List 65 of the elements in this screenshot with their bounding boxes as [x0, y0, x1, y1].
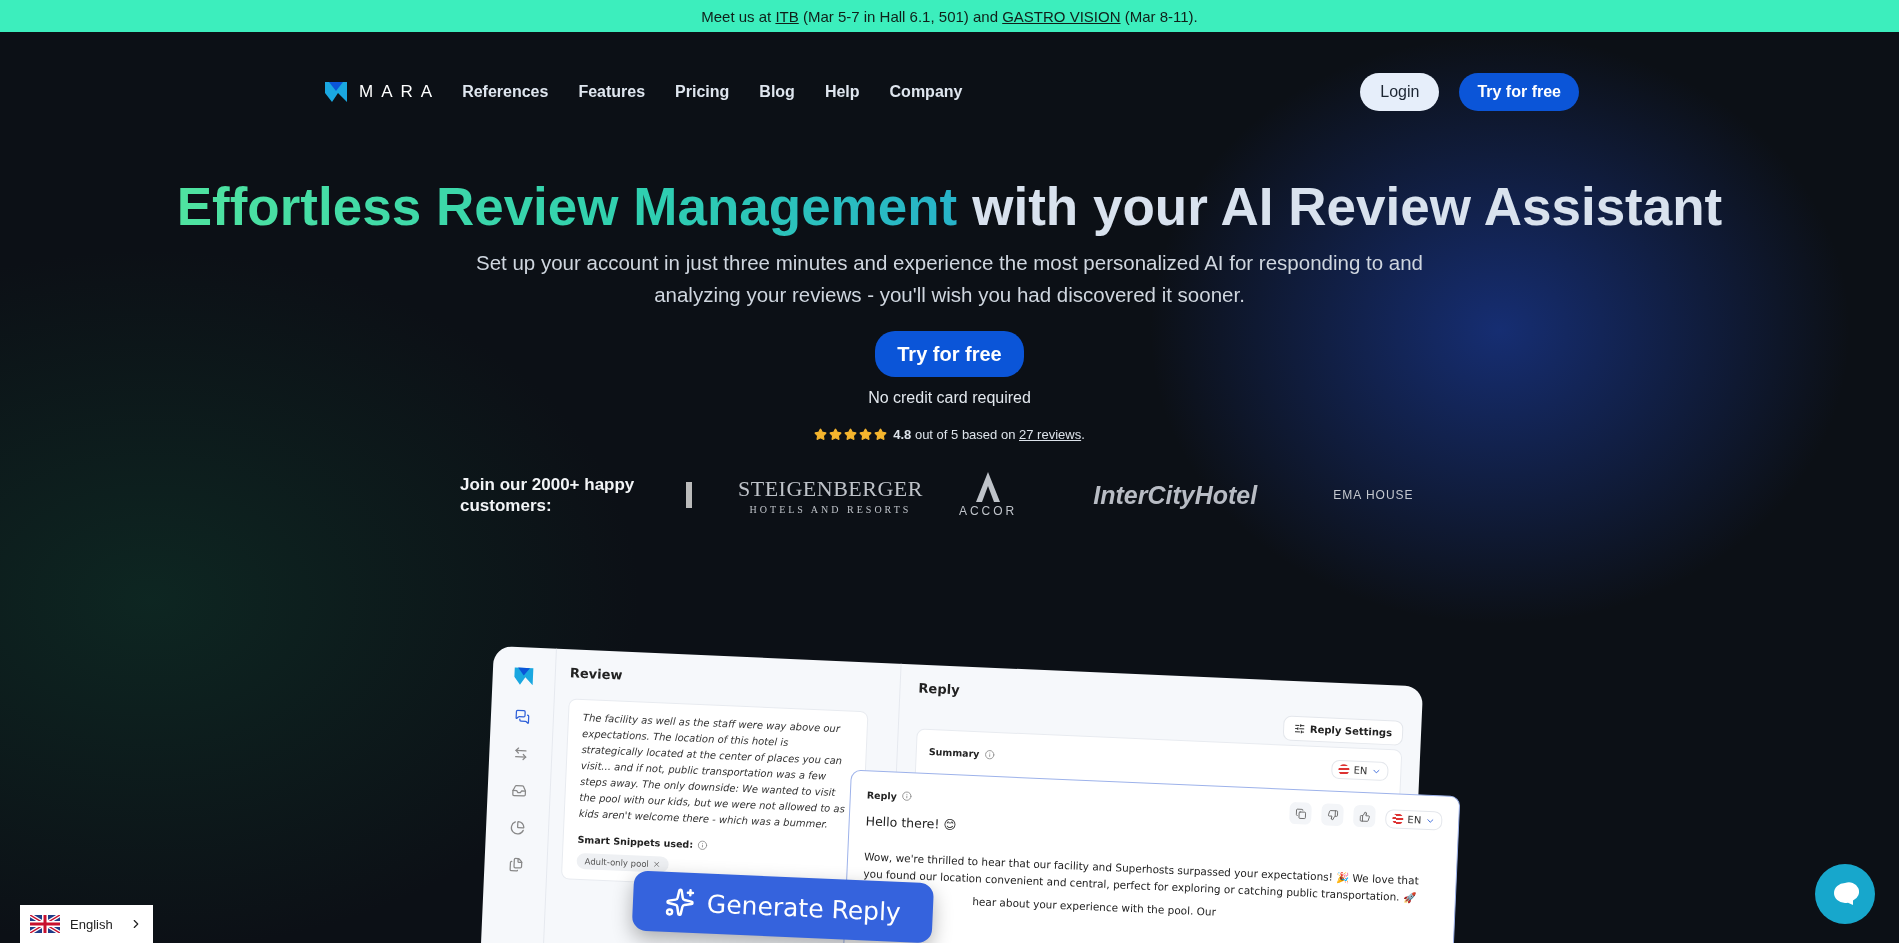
- nav-link[interactable]: Company: [889, 83, 963, 101]
- logo-icon: [512, 664, 536, 688]
- info-icon: [984, 749, 995, 760]
- star-icon: [844, 428, 858, 441]
- summary-label: Summary: [928, 746, 980, 760]
- logo-wordmark: EMA HOUSE: [1333, 488, 1414, 502]
- info-icon: [696, 839, 708, 850]
- thumbs-down-button[interactable]: [1321, 803, 1345, 827]
- star-icon: [874, 428, 888, 441]
- review-text: The facility as well as the staff were way above our expectations. The location of this hotel is strategically located at the center of places you can visit... and if not, public transportation was a few steps away. The only downside: We wanted to visit the pool with our kids, but we were not allowed to as kids aren't welcome there - which was a bummer.: [578, 710, 847, 832]
- event-link[interactable]: GASTRO VISION: [1002, 7, 1121, 25]
- try-free-button[interactable]: Try for free: [1459, 73, 1579, 111]
- star-icon: [814, 428, 828, 441]
- logo-tagline: HOTELS AND RESORTS: [749, 503, 912, 515]
- sliders-icon: [1293, 722, 1306, 735]
- thumbs-down-icon: [1326, 809, 1339, 821]
- snippet-tag[interactable]: Adult-only pool: [576, 852, 670, 873]
- documents-icon: [507, 856, 524, 873]
- logo-wordmark: InterCityHotel: [1093, 480, 1258, 510]
- nav-link[interactable]: Help: [824, 83, 860, 101]
- star-icon: [829, 428, 843, 441]
- no-credit-card-note: No credit card required: [868, 389, 1031, 407]
- nav-link[interactable]: References: [462, 83, 549, 101]
- brand-name[interactable]: MARA: [359, 82, 441, 102]
- chat-bubbles-icon: [514, 708, 530, 725]
- logo-wordmark: STEIGENBERGER: [738, 475, 923, 502]
- logo-wordmark: ACCOR: [958, 504, 1018, 518]
- thumbs-up-icon: [1358, 810, 1371, 822]
- event-link[interactable]: ITB: [775, 7, 799, 25]
- reply-settings-button[interactable]: Reply Settings: [1282, 715, 1404, 746]
- reply-greeting: Hello there! 😊: [865, 813, 957, 833]
- try-free-button[interactable]: Try for free: [875, 331, 1024, 377]
- flag-icon: [1338, 763, 1350, 776]
- panel-title: Review: [569, 665, 624, 685]
- flag-icon: [1392, 813, 1404, 825]
- copy-button[interactable]: [1289, 801, 1313, 825]
- headline: with your AI Review Assistant: [972, 176, 1723, 237]
- hero-subtitle: Set up your account in just three minutes and experience the most personalized AI for responding to and analyzing your reviews - you'll wish you had discovered it sooner.: [475, 250, 1424, 308]
- language-dropdown[interactable]: EN: [1331, 759, 1389, 782]
- language-dropdown[interactable]: EN: [1385, 809, 1443, 831]
- swap-icon: [512, 745, 529, 762]
- panel-title: Reply: [918, 680, 961, 700]
- thumbs-up-button[interactable]: [1353, 804, 1377, 828]
- customers-label: Join our 2000+ happy customers:: [460, 474, 636, 516]
- info-icon: [901, 790, 913, 802]
- nav-link[interactable]: Blog: [759, 83, 795, 101]
- chat-button[interactable]: [1815, 864, 1875, 924]
- rating-text: 4.8 out of 5 based on 27 reviews.: [893, 427, 1085, 442]
- snippets-label: Smart Snippets used:: [577, 833, 694, 850]
- nav-link[interactable]: Pricing: [675, 83, 730, 101]
- remove-icon: [652, 860, 661, 869]
- chat-bubble-icon: [1831, 880, 1859, 908]
- reply-text: hear about your experience with the pool. Our: [972, 895, 1218, 920]
- accor-mark-icon: [975, 472, 1002, 502]
- announcement-text: Meet us at ITB (Mar 5-7 in Hall 6.1, 501) and GASTRO VISION (Mar 8-11).: [701, 7, 1198, 25]
- pie-chart-icon: [509, 819, 525, 836]
- flag-icon: [30, 915, 60, 933]
- login-button[interactable]: Login: [1360, 73, 1440, 111]
- star-icon: [859, 428, 873, 441]
- sparkles-icon: [664, 886, 696, 918]
- language-selector[interactable]: English: [20, 905, 153, 943]
- nav-link[interactable]: Features: [578, 83, 646, 101]
- inbox-icon: [510, 782, 527, 799]
- copy-icon: [1294, 807, 1307, 820]
- reply-label: Reply: [866, 788, 898, 802]
